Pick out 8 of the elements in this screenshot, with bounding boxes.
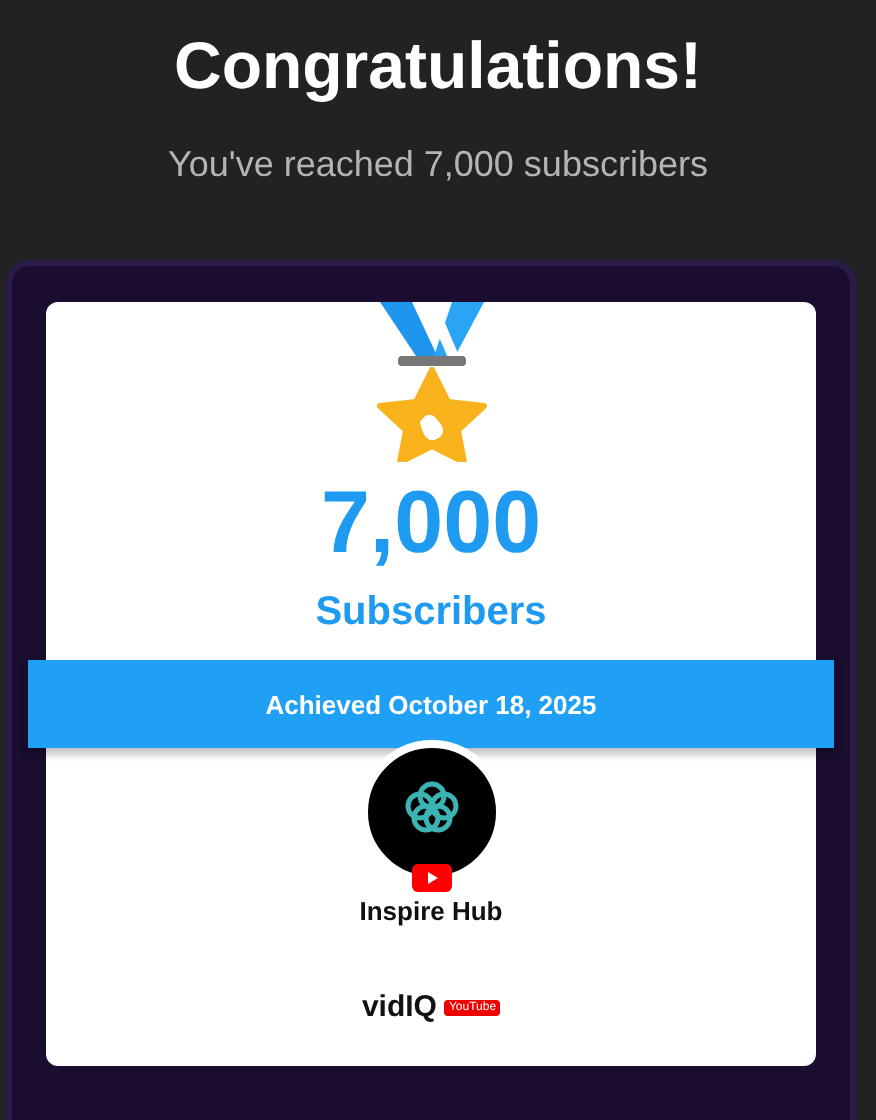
subscriber-count: 7,000 — [320, 474, 542, 574]
achieved-date: Achieved October 18, 2025 — [265, 689, 597, 719]
subtitle: You've reached 7,000 subscribers — [168, 144, 708, 186]
brand-logo: vidIQ — [361, 990, 437, 1024]
title: Congratulations! — [174, 28, 702, 104]
channel-name: Inspire Hub — [359, 896, 503, 926]
play-badge-icon — [411, 864, 451, 892]
count-label: Subscribers — [315, 590, 547, 636]
